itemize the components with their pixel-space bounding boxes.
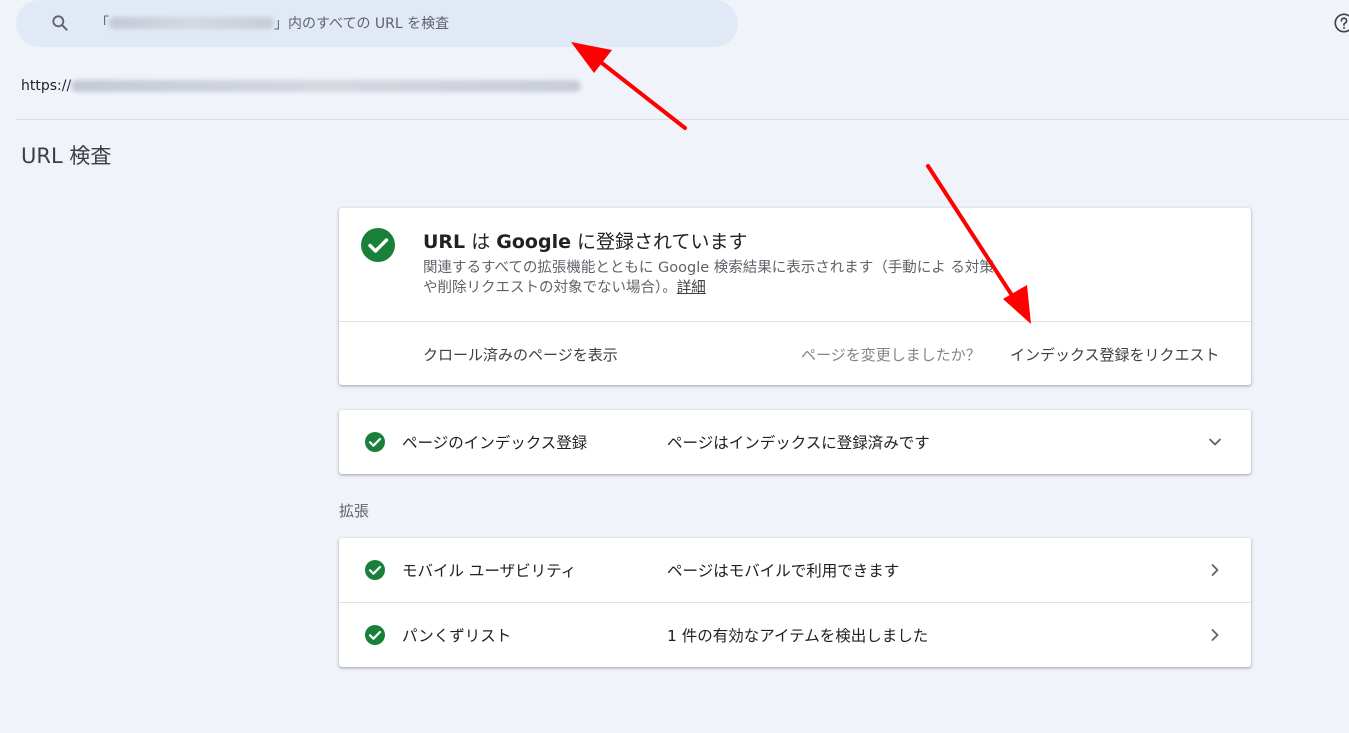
enhancement-status: ページはモバイルで利用できます bbox=[667, 562, 900, 580]
annotation-arrow-to-search bbox=[571, 42, 687, 130]
page-indexing-label: ページのインデックス登録 bbox=[402, 434, 588, 452]
chevron-right-icon[interactable] bbox=[1205, 560, 1225, 580]
index-status-title: URL は Google に登録されています bbox=[423, 227, 747, 254]
title-google-word: Google bbox=[496, 231, 571, 253]
enhancement-label: モバイル ユーザビリティ bbox=[402, 562, 577, 580]
check-circle-icon bbox=[361, 228, 395, 262]
page-indexing-row[interactable]: ページのインデックス登録 ページはインデックスに登録済みです bbox=[339, 410, 1251, 474]
check-circle-icon bbox=[365, 560, 385, 580]
check-circle-icon bbox=[365, 625, 385, 645]
title-ha: は bbox=[465, 231, 497, 253]
enhancements-card: モバイル ユーザビリティ ページはモバイルで利用できます パンくずリスト 1 件… bbox=[339, 538, 1251, 667]
search-icon bbox=[52, 15, 68, 31]
chevron-right-icon[interactable] bbox=[1205, 625, 1225, 645]
description-text: 関連するすべての拡張機能とともに Google 検索結果に表示されます（手動によ… bbox=[423, 260, 994, 296]
page-title: URL 検査 bbox=[21, 144, 112, 168]
enhancement-row-mobile-usability[interactable]: モバイル ユーザビリティ ページはモバイルで利用できます bbox=[339, 538, 1251, 602]
check-circle-icon bbox=[365, 432, 385, 452]
enhancement-label: パンくずリスト bbox=[402, 627, 512, 645]
page-indexing-card: ページのインデックス登録 ページはインデックスに登録済みです bbox=[339, 410, 1251, 474]
index-status-card: URL は Google に登録されています 関連するすべての拡張機能とともに … bbox=[339, 208, 1251, 385]
request-indexing-button[interactable]: インデックス登録をリクエスト bbox=[1010, 344, 1220, 365]
title-registered: に登録されています bbox=[570, 231, 748, 253]
page-changed-question: ページを変更しましたか？ bbox=[801, 346, 981, 364]
inspected-url: https:// bbox=[21, 78, 582, 94]
details-link[interactable]: 詳細 bbox=[677, 280, 706, 296]
card-divider bbox=[339, 321, 1251, 322]
blurred-inspected-url bbox=[71, 80, 582, 92]
title-url-word: URL bbox=[423, 231, 466, 253]
inspected-url-prefix: https:// bbox=[21, 78, 72, 94]
search-placeholder: 「 」内のすべての URL を検査 bbox=[95, 13, 449, 33]
chevron-down-icon[interactable] bbox=[1205, 432, 1225, 452]
enhancement-status: 1 件の有効なアイテムを検出しました bbox=[667, 627, 929, 645]
help-icon[interactable] bbox=[1333, 12, 1349, 34]
url-inspection-search-bar[interactable]: 「 」内のすべての URL を検査 bbox=[16, 0, 738, 47]
blurred-property-url bbox=[109, 17, 274, 29]
enhancements-section-label: 拡張 bbox=[339, 502, 370, 520]
search-open-quote: 「 bbox=[95, 16, 109, 32]
enhancement-row-breadcrumbs[interactable]: パンくずリスト 1 件の有効なアイテムを検出しました bbox=[339, 603, 1251, 667]
view-crawled-page-button[interactable]: クロール済みのページを表示 bbox=[423, 344, 618, 365]
search-suffix: 」内のすべての URL を検査 bbox=[274, 16, 450, 32]
index-status-description: 関連するすべての拡張機能とともに Google 検索結果に表示されます（手動によ… bbox=[423, 258, 1003, 298]
header-divider bbox=[16, 119, 1349, 120]
page-indexing-status: ページはインデックスに登録済みです bbox=[667, 434, 930, 452]
